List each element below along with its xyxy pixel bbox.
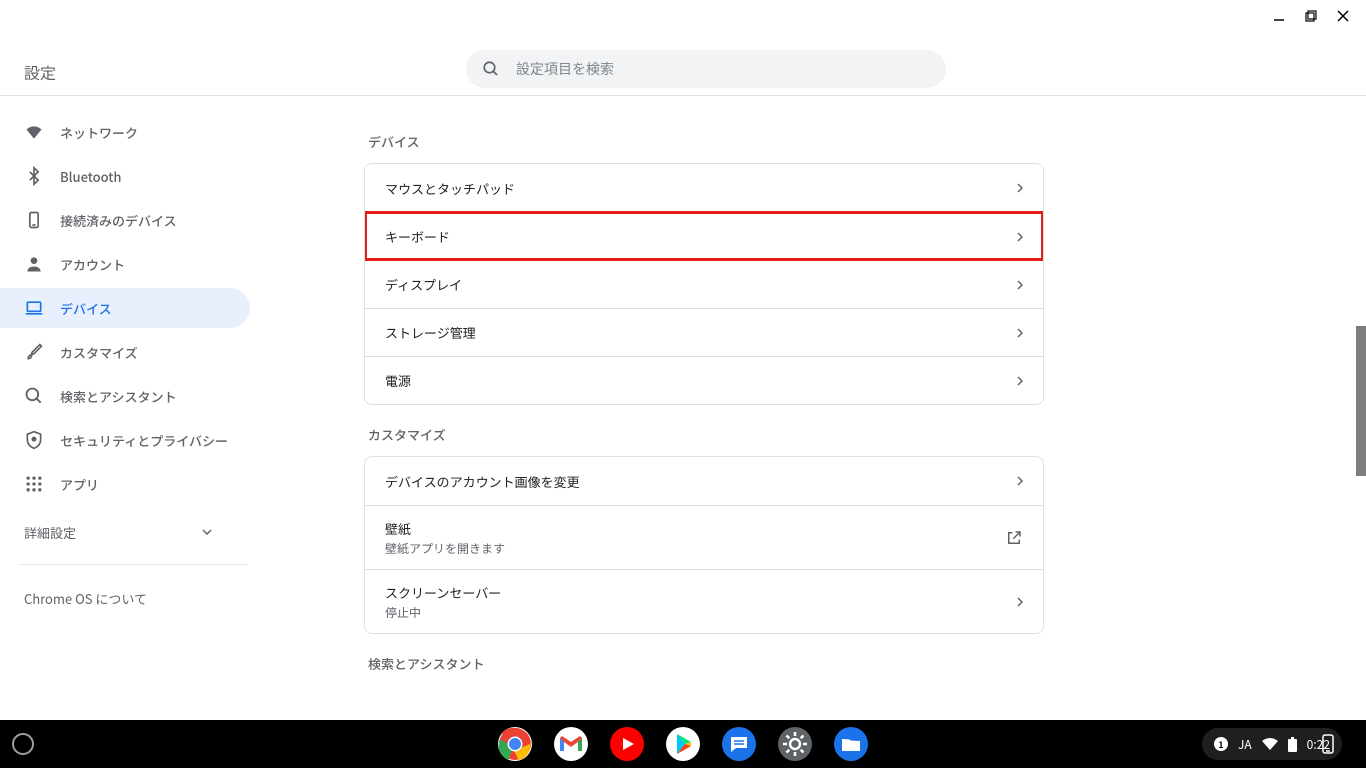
sidebar-advanced[interactable]: 詳細設定	[0, 512, 260, 552]
search-icon	[482, 60, 500, 78]
settings-row[interactable]: スクリーンセーバー停止中	[365, 569, 1043, 633]
shelf-app-settings[interactable]	[777, 726, 813, 762]
wifi-status-icon	[1262, 738, 1278, 750]
settings-header: 設定	[0, 0, 1366, 96]
row-label: 壁紙	[385, 519, 505, 538]
settings-card: マウスとタッチパッドキーボードディスプレイストレージ管理電源	[364, 163, 1044, 405]
sidebar-item-label: 接続済みのデバイス	[60, 211, 177, 230]
settings-row[interactable]: 電源	[365, 356, 1043, 404]
brush-icon	[24, 342, 44, 362]
chevron-right-icon	[1017, 476, 1023, 486]
search-icon	[24, 386, 44, 406]
row-sublabel: 壁紙アプリを開きます	[385, 540, 505, 557]
sidebar-item-label: デバイス	[60, 299, 112, 318]
shelf-app-gmail[interactable]	[553, 726, 589, 762]
sidebar-item-bluetooth[interactable]: Bluetooth	[0, 156, 250, 196]
search-input[interactable]	[516, 61, 930, 77]
sidebar-item-label: アカウント	[60, 255, 125, 274]
section-title: デバイス	[368, 132, 1044, 151]
chevron-right-icon	[1017, 328, 1023, 338]
row-label: キーボード	[385, 227, 450, 246]
ime-lang: JA	[1238, 736, 1252, 753]
settings-row[interactable]: デバイスのアカウント画像を変更	[365, 457, 1043, 505]
sidebar-item-label: Bluetooth	[60, 167, 122, 186]
external-link-icon	[1005, 529, 1023, 547]
main-content: デバイスマウスとタッチパッドキーボードディスプレイストレージ管理電源カスタマイズ…	[260, 96, 1366, 720]
chevron-right-icon	[1017, 280, 1023, 290]
row-label: マウスとタッチパッド	[385, 179, 515, 198]
ime-count-badge: 1	[1214, 737, 1228, 751]
search-container[interactable]	[466, 50, 946, 88]
shelf-app-messages[interactable]	[721, 726, 757, 762]
chevron-down-icon	[202, 529, 212, 535]
sidebar-item-label: セキュリティとプライバシー	[60, 431, 228, 450]
row-label: デバイスのアカウント画像を変更	[385, 472, 580, 491]
sidebar-item-apps[interactable]: アプリ	[0, 464, 250, 504]
battery-status-icon	[1288, 737, 1297, 752]
shelf-app-files[interactable]	[833, 726, 869, 762]
settings-row[interactable]: 壁紙壁紙アプリを開きます	[365, 505, 1043, 569]
sidebar-item-brush[interactable]: カスタマイズ	[0, 332, 250, 372]
sidebar-item-person[interactable]: アカウント	[0, 244, 250, 284]
sidebar: ネットワーク Bluetooth 接続済みのデバイスアカウントデバイスカスタマイズ検…	[0, 96, 260, 720]
settings-row[interactable]: マウスとタッチパッド	[365, 164, 1043, 212]
sidebar-item-shield[interactable]: セキュリティとプライバシー	[0, 420, 250, 460]
bluetooth-icon	[24, 166, 44, 186]
clock: 0:22	[1307, 736, 1330, 753]
scrollbar-thumb[interactable]	[1356, 326, 1366, 476]
sidebar-item-label: ネットワーク	[60, 123, 138, 142]
sidebar-item-devices[interactable]: 接続済みのデバイス	[0, 200, 250, 240]
sidebar-item-label: 検索とアシスタント	[60, 387, 176, 406]
page-title: 設定	[24, 60, 56, 84]
shelf-app-play[interactable]	[665, 726, 701, 762]
row-label: 電源	[385, 371, 411, 390]
status-tray[interactable]: 1 JA 0:22	[1202, 728, 1342, 760]
sidebar-item-wifi[interactable]: ネットワーク	[0, 112, 250, 152]
section-title: 検索とアシスタント	[368, 654, 1044, 673]
chevron-right-icon	[1017, 232, 1023, 242]
shelf: 1 JA 0:22	[0, 720, 1366, 768]
settings-row[interactable]: ストレージ管理	[365, 308, 1043, 356]
wifi-icon	[24, 122, 44, 142]
row-label: スクリーンセーバー	[385, 583, 501, 602]
shelf-app-chrome[interactable]	[497, 726, 533, 762]
shelf-app-youtube[interactable]	[609, 726, 645, 762]
row-sublabel: 停止中	[385, 604, 501, 621]
apps-icon	[24, 474, 44, 494]
row-label: ディスプレイ	[385, 275, 462, 294]
settings-row[interactable]: キーボード	[365, 212, 1043, 260]
sidebar-item-search[interactable]: 検索とアシスタント	[0, 376, 250, 416]
sidebar-advanced-label: 詳細設定	[24, 523, 76, 542]
person-icon	[24, 254, 44, 274]
settings-row[interactable]: ディスプレイ	[365, 260, 1043, 308]
shield-icon	[24, 430, 44, 450]
section-title: カスタマイズ	[368, 425, 1044, 444]
sidebar-item-label: カスタマイズ	[60, 343, 138, 362]
chevron-right-icon	[1017, 376, 1023, 386]
settings-card: デバイスのアカウント画像を変更壁紙壁紙アプリを開きますスクリーンセーバー停止中	[364, 456, 1044, 634]
sidebar-item-laptop[interactable]: デバイス	[0, 288, 250, 328]
devices-icon	[24, 210, 44, 230]
laptop-icon	[24, 298, 44, 318]
launcher-button[interactable]	[12, 733, 34, 755]
sidebar-about[interactable]: Chrome OS について	[0, 577, 260, 620]
chevron-right-icon	[1017, 597, 1023, 607]
chevron-right-icon	[1017, 183, 1023, 193]
row-label: ストレージ管理	[385, 323, 476, 342]
sidebar-item-label: アプリ	[60, 475, 99, 494]
